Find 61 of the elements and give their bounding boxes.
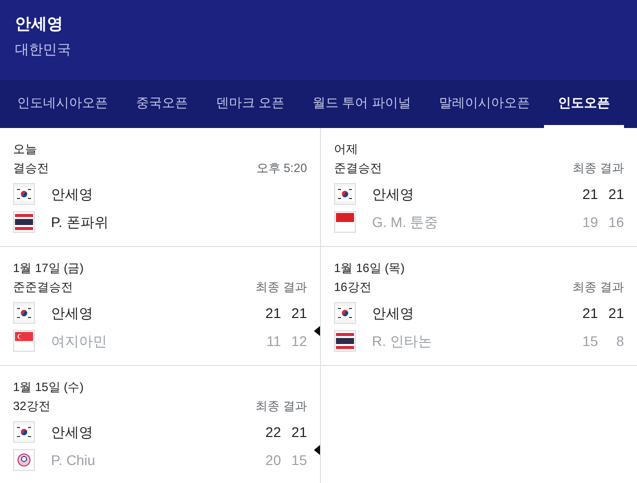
tab[interactable]: 인도오픈 [544, 80, 624, 128]
flag-icon [334, 183, 356, 205]
tab[interactable]: 덴마크 오픈 [202, 80, 299, 128]
tab[interactable]: 월드 투어 파이널 [298, 80, 425, 128]
player-name: 안세영 [372, 184, 415, 204]
tab[interactable]: 인도네시아오픈 [3, 80, 122, 128]
game-score: 11 [265, 332, 281, 350]
game-score: 21 [581, 304, 598, 322]
game-score: 19 [581, 212, 598, 232]
round-label: 준준결승전 [13, 279, 73, 296]
match-date: 1월 17일 (금) [13, 260, 85, 277]
player-title: 안세영 [15, 15, 64, 35]
game-score: 15 [290, 450, 307, 470]
player-name: G. M. 툰중 [372, 212, 440, 232]
game-score: 16 [607, 212, 624, 232]
player-name: R. 인타논 [372, 332, 433, 350]
game-score: 22 [264, 422, 281, 442]
player-name: P. Chiu [51, 450, 96, 470]
round-label: 결승전 [13, 160, 49, 177]
game-score: 21 [581, 184, 598, 204]
winner-pointer-icon [314, 326, 320, 336]
game-score: 12 [290, 332, 307, 350]
game-score: 20 [264, 450, 281, 470]
player-name: P. 폰파위 [51, 212, 110, 232]
flag-icon [13, 330, 35, 352]
flag-icon [334, 211, 356, 233]
game-score: 21 [290, 304, 307, 322]
player-name: 안세영 [51, 184, 94, 204]
round-label: 준결승전 [334, 160, 382, 177]
round-label: 32강전 [13, 398, 50, 415]
player-name: 여지아민 [51, 332, 108, 350]
match-status: 최종 결과 [572, 160, 624, 177]
game-score: 8 [615, 332, 624, 350]
player-name: 안세영 [51, 304, 94, 322]
winner-pointer-icon [314, 445, 320, 455]
country-label: 대한민국 [15, 40, 72, 59]
game-score: 21 [607, 184, 624, 204]
match-date: 오늘 [13, 141, 38, 158]
game-score: 15 [581, 332, 598, 350]
flag-icon [334, 302, 356, 324]
match-status: 최종 결과 [572, 279, 624, 296]
player-name: 안세영 [51, 422, 94, 442]
game-score: 21 [607, 304, 624, 322]
round-label: 16강전 [334, 279, 372, 296]
flag-icon [13, 449, 35, 471]
flag-icon [13, 421, 35, 443]
flag-icon [13, 183, 35, 205]
player-name: 안세영 [372, 304, 415, 322]
game-score: 21 [290, 422, 307, 442]
match-status: 오후 5:20 [256, 160, 307, 177]
match-date: 1월 16일 (목) [334, 260, 406, 277]
tab[interactable]: 말레이시아오픈 [424, 80, 544, 128]
match-status: 최종 결과 [256, 279, 307, 296]
tab[interactable]: 중국오픈 [122, 80, 202, 128]
flag-icon [334, 330, 356, 352]
flag-icon [13, 211, 35, 233]
match-date: 어제 [334, 141, 359, 158]
match-date: 1월 15일 (수) [13, 379, 85, 396]
game-score: 21 [264, 304, 281, 322]
match-status: 최종 결과 [256, 398, 307, 415]
flag-icon [13, 302, 35, 324]
